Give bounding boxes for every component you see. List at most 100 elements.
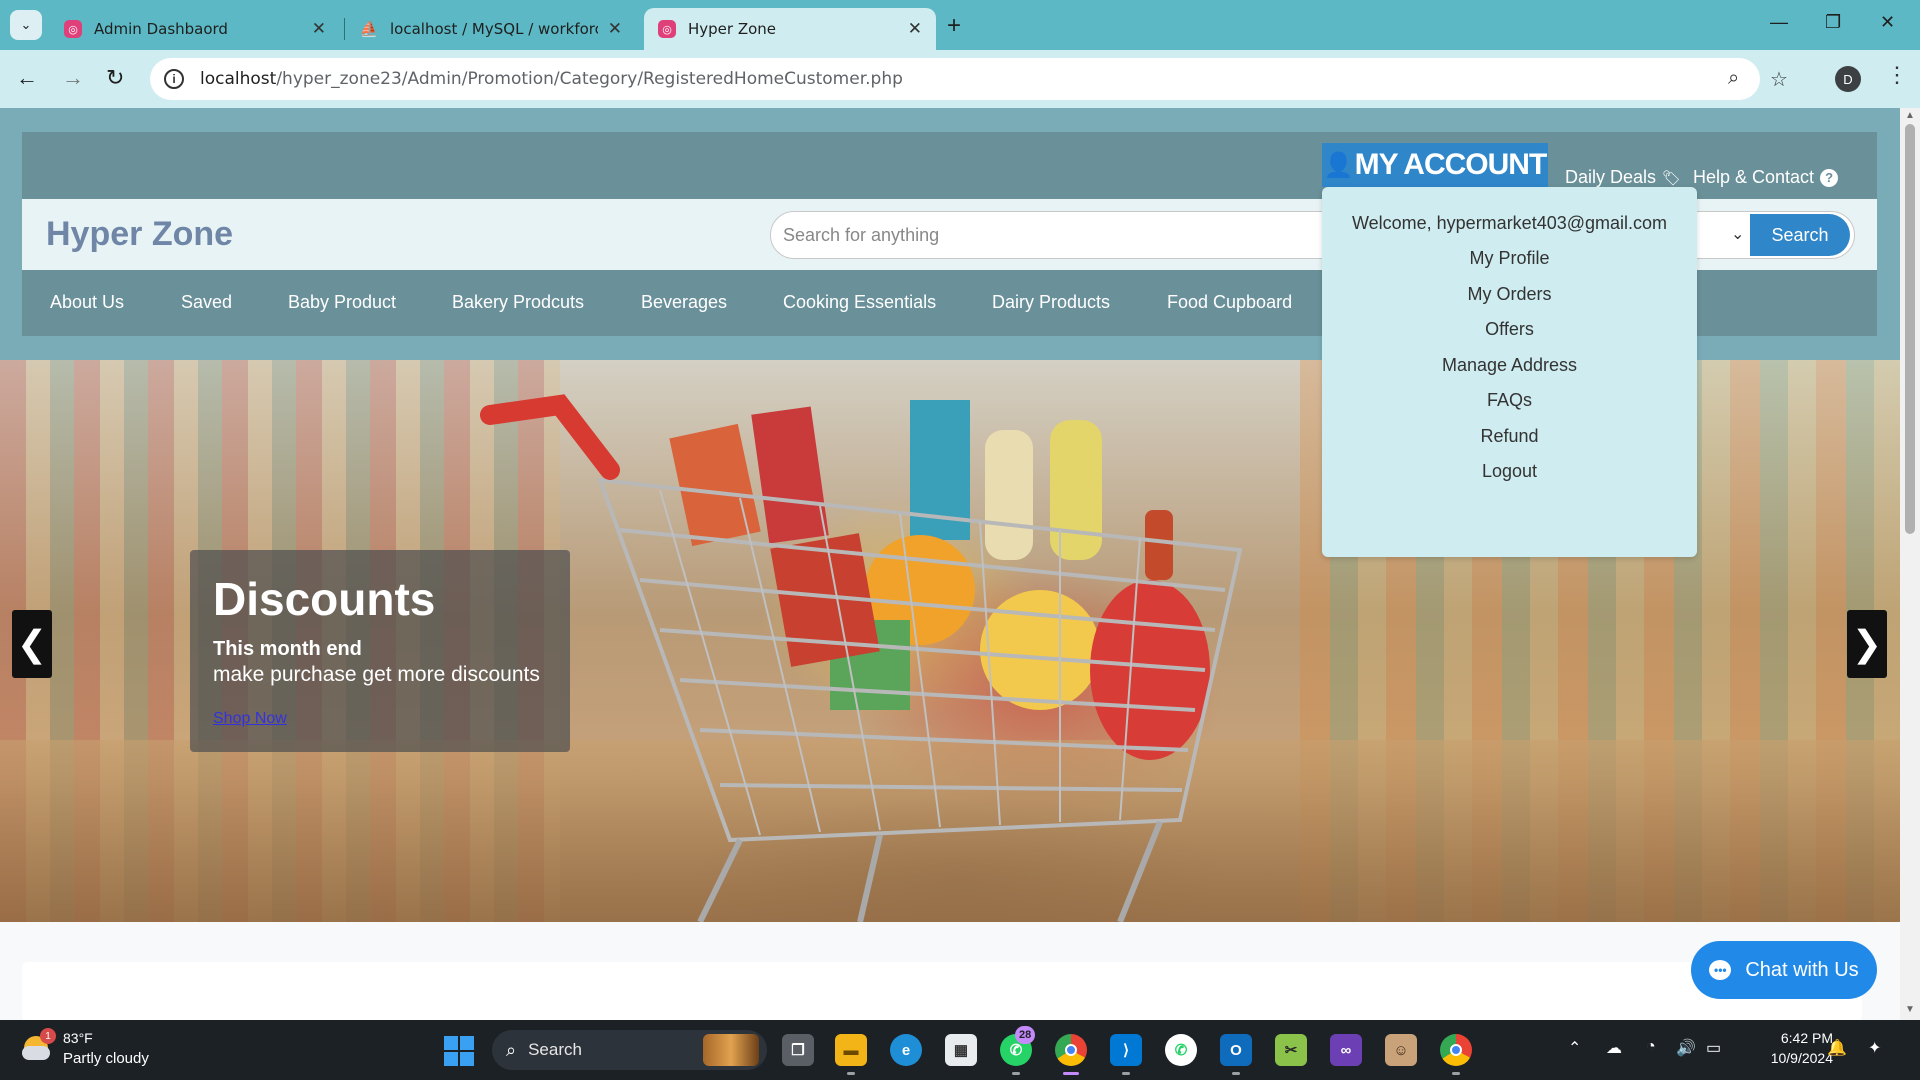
menu-item-my-profile[interactable]: My Profile (1322, 248, 1697, 269)
category-select-chevron-icon[interactable]: ⌄ (1731, 224, 1744, 244)
my-account-button[interactable]: 👤 MY ACCOUNT (1322, 143, 1548, 187)
welcome-message: Welcome, hypermarket403@gmail.com (1351, 213, 1668, 233)
copilot-icon[interactable]: ✦ (1868, 1038, 1881, 1058)
chat-with-us-button[interactable]: ••• Chat with Us (1691, 941, 1877, 999)
content-card (22, 962, 1862, 1020)
search-button[interactable]: Search (1750, 214, 1850, 256)
minimize-icon[interactable]: — (1770, 12, 1788, 33)
notification-bell-icon[interactable]: 🔔 (1827, 1038, 1847, 1058)
page-viewport: Daily Deals 🏷 Help & Contact ? Hyper Zon… (0, 108, 1900, 1020)
weather-icon[interactable]: 1 (22, 1028, 56, 1062)
active-indicator (1063, 1072, 1079, 1075)
scrollbar-thumb[interactable] (1905, 124, 1915, 534)
nav-item-dairy-products[interactable]: Dairy Products (992, 292, 1110, 313)
chrome-icon[interactable] (1055, 1034, 1087, 1066)
tab-admin-dashboard[interactable]: ◎ Admin Dashbaord ✕ (50, 8, 340, 50)
running-indicator (1232, 1072, 1240, 1075)
running-indicator (1012, 1072, 1020, 1075)
tab-phpmyadmin[interactable]: ⛵ localhost / MySQL / workforce ✕ (346, 8, 636, 50)
menu-item-faqs[interactable]: FAQs (1322, 390, 1697, 411)
carousel-subtitle: This month end (213, 638, 362, 660)
site-info-icon[interactable]: i (164, 69, 184, 89)
restore-icon[interactable]: ❐ (1825, 12, 1841, 33)
nav-item-saved[interactable]: Saved (181, 292, 232, 313)
tab-search-button[interactable]: ⌄ (10, 10, 42, 40)
close-icon[interactable]: ✕ (908, 19, 922, 39)
scroll-up-icon[interactable]: ▲ (1905, 110, 1915, 121)
edge-icon[interactable]: e (890, 1034, 922, 1066)
microsoft-store-icon[interactable]: ▦ (945, 1034, 977, 1066)
bookmark-star-icon[interactable]: ☆ (1770, 67, 1788, 92)
snipping-tool-icon[interactable]: ✂ (1275, 1034, 1307, 1066)
menu-item-refund[interactable]: Refund (1322, 426, 1697, 447)
app-favicon-icon: ◎ (64, 20, 82, 38)
volume-icon[interactable]: 🔊 (1676, 1038, 1696, 1058)
wifi-icon[interactable]: ◔ (1646, 1038, 1656, 1056)
clock-time[interactable]: 6:42 PM (1757, 1030, 1833, 1046)
reload-icon[interactable]: ↻ (106, 65, 124, 91)
carousel-prev-button[interactable]: ❮ (12, 610, 52, 678)
carousel-title: Discounts (213, 573, 436, 625)
nav-item-baby-product[interactable]: Baby Product (288, 292, 396, 313)
window-close-icon[interactable]: ✕ (1880, 12, 1895, 33)
daily-deals-label: Daily Deals (1565, 167, 1657, 187)
menu-item-manage-address[interactable]: Manage Address (1322, 355, 1697, 376)
clock-date[interactable]: 10/9/2024 (1745, 1050, 1833, 1066)
tab-hyper-zone[interactable]: ◎ Hyper Zone ✕ (644, 8, 936, 50)
address-bar[interactable]: i localhost/hyper_zone23/Admin/Promotion… (150, 58, 1788, 100)
shop-now-link[interactable]: Shop Now (213, 710, 287, 728)
back-icon[interactable]: ← (16, 65, 38, 91)
nav-item-about-us[interactable]: About Us (50, 292, 124, 313)
user-icon: 👤 (1323, 151, 1354, 179)
new-tab-icon[interactable]: + (947, 12, 961, 40)
help-contact-label: Help & Contact (1693, 167, 1815, 187)
menu-item-my-orders[interactable]: My Orders (1322, 284, 1697, 305)
page-scrollbar[interactable]: ▲ ▼ (1900, 108, 1920, 1020)
daily-deals-link[interactable]: Daily Deals 🏷 (1565, 167, 1681, 188)
nav-item-cooking-essentials[interactable]: Cooking Essentials (783, 292, 936, 313)
task-view-icon[interactable]: ❐ (782, 1034, 814, 1066)
vscode-icon[interactable]: ⟩ (1110, 1034, 1142, 1066)
profile-avatar[interactable]: D (1835, 66, 1861, 92)
tab-label: localhost / MySQL / workforce (390, 20, 598, 38)
chat-label: Chat with Us (1745, 958, 1859, 981)
nav-item-beverages[interactable]: Beverages (641, 292, 727, 313)
nav-item-food-cupboard[interactable]: Food Cupboard (1167, 292, 1292, 313)
taskbar-search[interactable]: ⌕ Search (492, 1030, 767, 1070)
close-icon[interactable]: ✕ (608, 19, 622, 39)
search-highlight-image (703, 1034, 759, 1066)
file-explorer-icon[interactable]: ▬ (835, 1034, 867, 1066)
browser-menu-icon[interactable]: ⋮ (1886, 62, 1908, 88)
content-section (0, 922, 1900, 1020)
weather-condition[interactable]: Partly cloudy (63, 1050, 149, 1067)
onedrive-icon[interactable]: ☁ (1606, 1038, 1622, 1058)
taskbar-search-label: Search (528, 1040, 582, 1059)
battery-icon[interactable]: ▭ (1706, 1038, 1721, 1058)
carousel-next-button[interactable]: ❯ (1847, 610, 1887, 678)
running-indicator (1122, 1072, 1130, 1075)
show-hidden-icons-icon[interactable]: ⌃ (1568, 1038, 1581, 1058)
weather-badge: 1 (40, 1028, 56, 1044)
nav-item-bakery-products[interactable]: Bakery Prodcuts (452, 292, 584, 313)
phpmyadmin-favicon-icon: ⛵ (359, 20, 379, 38)
whatsapp-web-icon[interactable]: ✆ (1165, 1034, 1197, 1066)
app-favicon-icon: ◎ (658, 20, 676, 38)
outlook-icon[interactable]: O (1220, 1034, 1252, 1066)
running-indicator (847, 1072, 855, 1075)
carousel-description: make purchase get more discounts (213, 663, 540, 686)
chrome-profile-icon[interactable] (1440, 1034, 1472, 1066)
help-contact-link[interactable]: Help & Contact ? (1693, 167, 1839, 188)
weather-temperature[interactable]: 83°F (63, 1030, 93, 1046)
url-text[interactable]: localhost/hyper_zone23/Admin/Promotion/C… (200, 69, 903, 89)
forward-icon[interactable]: → (62, 65, 84, 91)
visual-studio-icon[interactable]: ∞ (1330, 1034, 1362, 1066)
site-logo[interactable]: Hyper Zone (46, 215, 233, 254)
start-windows-icon[interactable] (444, 1036, 474, 1066)
close-icon[interactable]: ✕ (312, 19, 326, 39)
scroll-down-icon[interactable]: ▼ (1905, 1004, 1915, 1015)
menu-item-logout[interactable]: Logout (1322, 461, 1697, 482)
zoom-icon[interactable]: ⌕ (1728, 67, 1739, 90)
shopping-cart-image (480, 394, 1243, 922)
app-icon[interactable]: ☺ (1385, 1034, 1417, 1066)
menu-item-offers[interactable]: Offers (1322, 319, 1697, 340)
